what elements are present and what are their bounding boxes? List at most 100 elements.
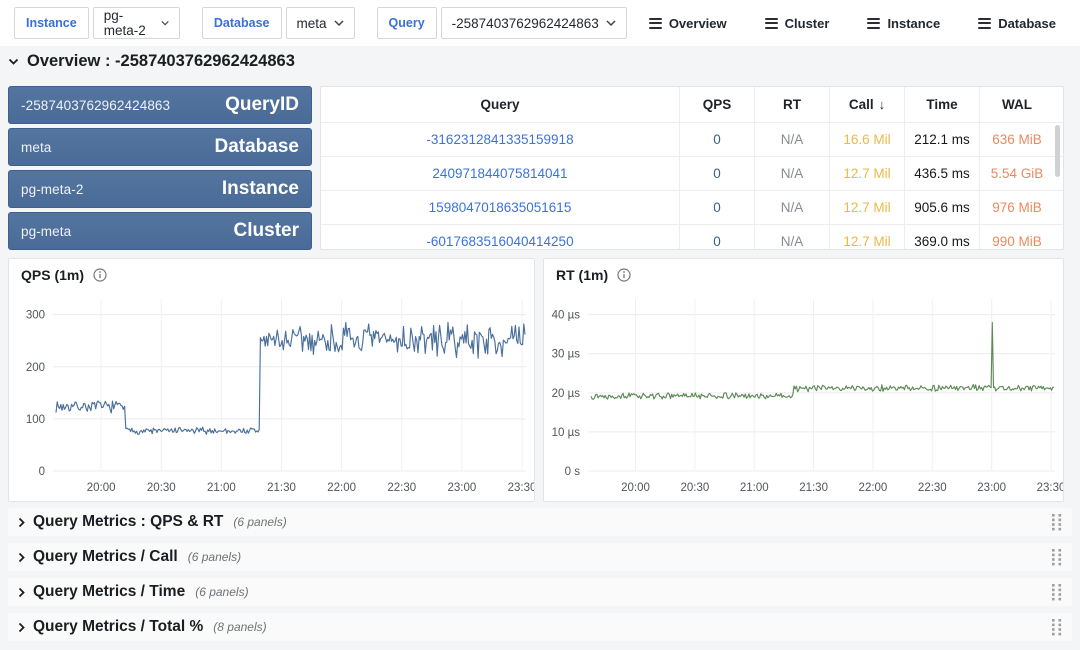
stat-value: pg-meta-2 [21,182,83,197]
nav-link-label: Overview [669,16,727,31]
nav-link-instance[interactable]: Instance [867,16,940,31]
row-query-metrics-qps-rt[interactable]: Query Metrics : QPS & RT (6 panels) [8,508,1072,536]
svg-text:0 s: 0 s [565,466,581,478]
chevron-down-icon [8,58,19,65]
svg-text:300: 300 [26,310,45,322]
dashboard-list-icon [978,18,991,29]
query-id-link[interactable]: -6017683516040414250 [426,234,573,249]
drag-handle-icon[interactable] [1052,514,1062,531]
qps-panel-title: QPS (1m) [21,267,84,283]
database-filter-select[interactable]: meta [286,7,355,39]
row-title: Query Metrics / Time [33,583,185,601]
info-icon[interactable] [617,268,631,282]
query-id-link[interactable]: -3162312841335159918 [426,132,573,147]
table-scrollbar[interactable] [1055,125,1060,177]
table-row: -3162312841335159918 0 N/A 16.6 Mil 212.… [321,122,1063,156]
svg-text:20:00: 20:00 [87,482,116,494]
qps-chart[interactable]: 010020030020:0020:3021:0021:3022:0022:30… [9,291,534,501]
dashboard-list-icon [649,18,662,29]
wal-cell: 636 MiB [979,123,1054,156]
svg-text:40 µs: 40 µs [552,310,581,322]
svg-text:23:00: 23:00 [977,482,1006,494]
stat-cards: -2587403762962424863 QueryID meta Databa… [8,86,312,250]
drag-handle-icon[interactable] [1052,584,1062,601]
nav-link-label: Database [998,16,1056,31]
dashboard-list-icon [765,18,778,29]
column-header-query[interactable]: Query [321,87,679,122]
table-row: 1598047018635051615 0 N/A 12.7 Mil 905.6… [321,190,1063,224]
chevron-right-icon [18,552,25,563]
rt-cell: N/A [754,191,829,224]
row-query-metrics-call[interactable]: Query Metrics / Call (6 panels) [8,543,1072,571]
column-header-call[interactable]: Call ↓ [829,87,904,122]
wal-cell: 5.54 GiB [979,157,1054,190]
query-id-link[interactable]: 240971844075814041 [432,166,567,181]
row-title: Query Metrics : QPS & RT [33,513,223,531]
query-table-panel: Query QPS RT Call ↓ Time WAL -3162312841… [320,86,1064,250]
rt-cell: N/A [754,123,829,156]
nav-link-database[interactable]: Database [978,16,1056,31]
svg-text:0: 0 [39,466,45,478]
svg-text:22:30: 22:30 [387,482,416,494]
rt-chart[interactable]: 0 s10 µs20 µs30 µs40 µs20:0020:3021:0021… [544,291,1063,501]
stat-value: -2587403762962424863 [21,98,170,113]
time-cell: 369.0 ms [904,225,979,250]
stat-card-database: meta Database [8,128,312,166]
call-cell: 12.7 Mil [829,225,904,250]
stat-value: meta [21,140,51,155]
topbar: Instance pg-meta-2 Database meta Query -… [0,0,1080,46]
drag-handle-icon[interactable] [1052,549,1062,566]
database-filter-value: meta [297,16,327,31]
rt-cell: N/A [754,225,829,250]
svg-text:23:00: 23:00 [447,482,476,494]
row-panel-count: (8 panels) [213,620,266,634]
column-header-wal[interactable]: WAL [979,87,1054,122]
chevron-down-icon [334,20,344,26]
nav-link-cluster[interactable]: Cluster [765,16,830,31]
row-panel-count: (6 panels) [188,550,241,564]
query-filter-select[interactable]: -2587403762962424863 [441,7,627,39]
svg-text:22:00: 22:00 [327,482,356,494]
drag-handle-icon[interactable] [1052,619,1062,636]
column-header-qps[interactable]: QPS [679,87,754,122]
row-panel-count: (6 panels) [195,585,248,599]
row-query-metrics-time[interactable]: Query Metrics / Time (6 panels) [8,578,1072,606]
query-id-link[interactable]: 1598047018635051615 [429,200,572,215]
stat-label: QueryID [225,94,299,116]
stat-card-cluster: pg-meta Cluster [8,212,312,250]
table-row: 240971844075814041 0 N/A 12.7 Mil 436.5 … [321,156,1063,190]
qps-cell: 0 [679,157,754,190]
call-cell: 16.6 Mil [829,123,904,156]
stat-card-instance: pg-meta-2 Instance [8,170,312,208]
overview-row-header[interactable]: Overview : -2587403762962424863 [8,52,295,71]
instance-filter-select[interactable]: pg-meta-2 [93,7,180,39]
chevron-right-icon [18,587,25,598]
column-header-time[interactable]: Time [904,87,979,122]
nav-link-label: Instance [887,16,940,31]
row-title: Query Metrics / Call [33,548,178,566]
database-filter: Database meta [202,7,355,39]
qps-cell: 0 [679,225,754,250]
svg-text:21:30: 21:30 [267,482,296,494]
svg-text:21:00: 21:00 [740,482,769,494]
svg-text:20:30: 20:30 [680,482,709,494]
stat-label: Cluster [234,220,299,242]
stat-value: pg-meta [21,224,71,239]
grafana-dashboard: Instance pg-meta-2 Database meta Query -… [0,0,1080,650]
nav-link-overview[interactable]: Overview [649,16,727,31]
nav-link-label: Cluster [785,16,830,31]
time-cell: 212.1 ms [904,123,979,156]
svg-text:22:30: 22:30 [918,482,947,494]
info-icon[interactable] [93,268,107,282]
stat-card-queryid: -2587403762962424863 QueryID [8,86,312,124]
query-filter-label: Query [377,7,437,39]
column-header-rt[interactable]: RT [754,87,829,122]
stat-label: Instance [222,178,299,200]
chevron-right-icon [18,517,25,528]
row-query-metrics-total-pct[interactable]: Query Metrics / Total % (8 panels) [8,613,1072,641]
row-panel-count: (6 panels) [233,515,286,529]
call-cell: 12.7 Mil [829,191,904,224]
instance-filter: Instance pg-meta-2 [14,7,180,39]
chevron-right-icon [18,622,25,633]
qps-cell: 0 [679,123,754,156]
